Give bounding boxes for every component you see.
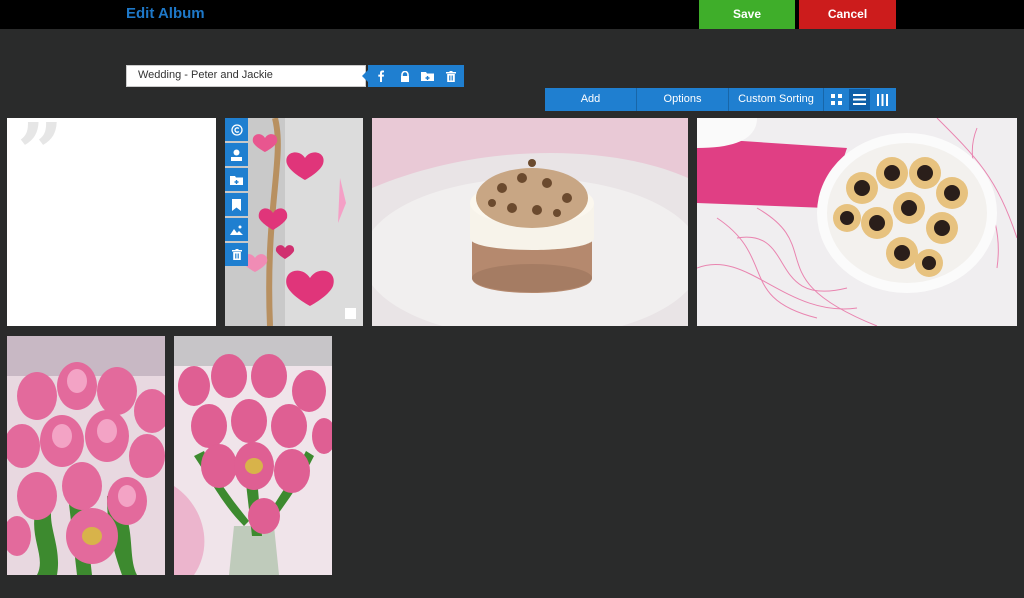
custom-sorting-button[interactable]: Custom Sorting [729, 88, 824, 111]
trash-icon[interactable] [440, 65, 462, 87]
album-tools [362, 65, 464, 87]
photo-tile-tulips[interactable] [7, 336, 165, 575]
user-icon[interactable] [225, 143, 248, 166]
tulips-image [7, 336, 165, 575]
bookmark-icon[interactable] [225, 193, 248, 216]
save-button[interactable]: Save [699, 0, 795, 29]
text-tile[interactable]: ” [7, 118, 216, 326]
facebook-icon[interactable] [370, 65, 392, 87]
photo-tile-tulips-vase[interactable] [174, 336, 332, 575]
album-name-field[interactable]: Wedding - Peter and Jackie [126, 65, 366, 87]
add-button[interactable]: Add [545, 88, 637, 111]
list-view-icon[interactable] [849, 89, 870, 110]
top-bar: Edit Album Save Cancel [0, 0, 1024, 29]
grid-view-icon[interactable] [826, 89, 847, 110]
tile-tools [225, 118, 248, 268]
tulips-vase-image [174, 336, 332, 575]
cake-image [372, 118, 688, 326]
pastries-image [697, 118, 1017, 326]
quote-icon: ” [17, 118, 64, 199]
options-button[interactable]: Options [637, 88, 729, 111]
album-toolbar: Add Options Custom Sorting [545, 88, 896, 111]
cancel-button[interactable]: Cancel [799, 0, 896, 29]
landscape-icon[interactable] [225, 218, 248, 241]
trash-icon[interactable] [225, 243, 248, 266]
lock-icon[interactable] [394, 65, 416, 87]
photo-tile-cake[interactable] [372, 118, 688, 326]
photo-tile-pastries[interactable] [697, 118, 1017, 326]
folder-icon[interactable] [225, 168, 248, 191]
column-view-icon[interactable] [872, 89, 893, 110]
folder-icon[interactable] [416, 65, 438, 87]
select-checkbox[interactable] [345, 308, 356, 319]
copyright-icon[interactable] [225, 118, 248, 141]
page-title: Edit Album [126, 5, 205, 22]
